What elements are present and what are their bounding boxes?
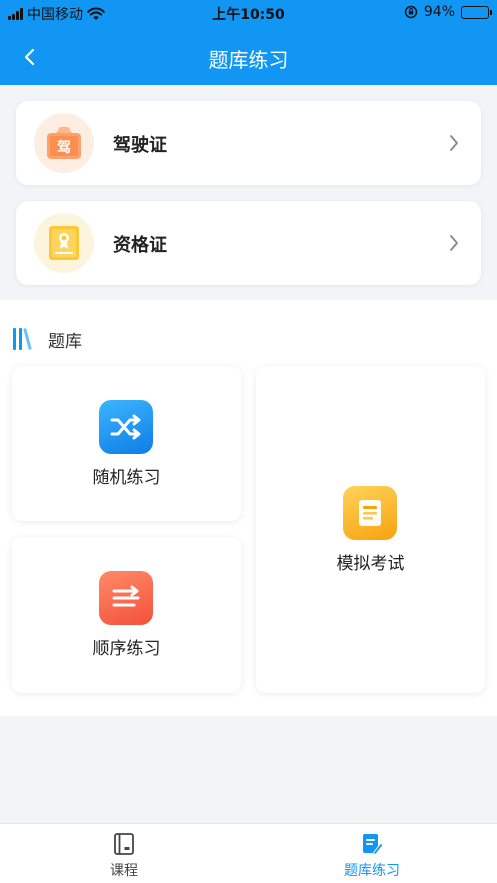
page-title: 题库练习 bbox=[208, 48, 289, 72]
section-title: 题库 bbox=[48, 331, 82, 352]
tile-label: 模拟考试 bbox=[336, 554, 405, 574]
battery-icon bbox=[461, 5, 492, 19]
books-icon bbox=[13, 328, 32, 350]
tab-bar: 课程 题库练习 bbox=[0, 823, 497, 883]
category-label: 驾驶证 bbox=[113, 135, 167, 156]
chevron-right-icon bbox=[450, 135, 458, 151]
status-bar: 中国移动 上午10:50 94% bbox=[0, 0, 497, 26]
question-bank-section: 题库 随机练习 顺序练习 模拟考试 bbox=[0, 300, 497, 716]
battery-percent: 94% bbox=[423, 4, 455, 20]
category-label: 资格证 bbox=[113, 235, 167, 256]
tile-label: 随机练习 bbox=[92, 468, 161, 488]
mock-exam-button[interactable]: 模拟考试 bbox=[256, 366, 485, 693]
header: 中国移动 上午10:50 94% 题库练习 bbox=[0, 0, 497, 85]
category-card-certificate[interactable]: 资格证 bbox=[16, 201, 481, 285]
section-header: 题库 bbox=[12, 326, 82, 352]
chevron-right-icon bbox=[450, 235, 458, 251]
sequential-practice-button[interactable]: 顺序练习 bbox=[12, 537, 241, 693]
tab-courses[interactable]: 课程 bbox=[0, 824, 248, 883]
status-right: 94% bbox=[404, 4, 492, 20]
edit-document-icon bbox=[363, 834, 384, 856]
orientation-lock-icon bbox=[404, 5, 418, 19]
sequence-icon bbox=[99, 571, 153, 625]
tab-label: 课程 bbox=[110, 863, 138, 879]
document-icon bbox=[343, 486, 397, 540]
shuffle-icon bbox=[99, 400, 153, 454]
tab-label: 题库练习 bbox=[344, 863, 400, 879]
tile-label: 顺序练习 bbox=[92, 639, 161, 659]
driver-license-icon-text: 驾 bbox=[56, 139, 71, 156]
book-icon bbox=[114, 833, 134, 855]
category-card-driver-license[interactable]: 驾 驾驶证 bbox=[16, 101, 481, 185]
tab-question-bank[interactable]: 题库练习 bbox=[248, 824, 496, 883]
certificate-icon bbox=[34, 213, 94, 273]
driver-license-icon: 驾 bbox=[34, 113, 94, 173]
nav-bar: 题库练习 bbox=[0, 30, 497, 85]
random-practice-button[interactable]: 随机练习 bbox=[12, 366, 241, 521]
